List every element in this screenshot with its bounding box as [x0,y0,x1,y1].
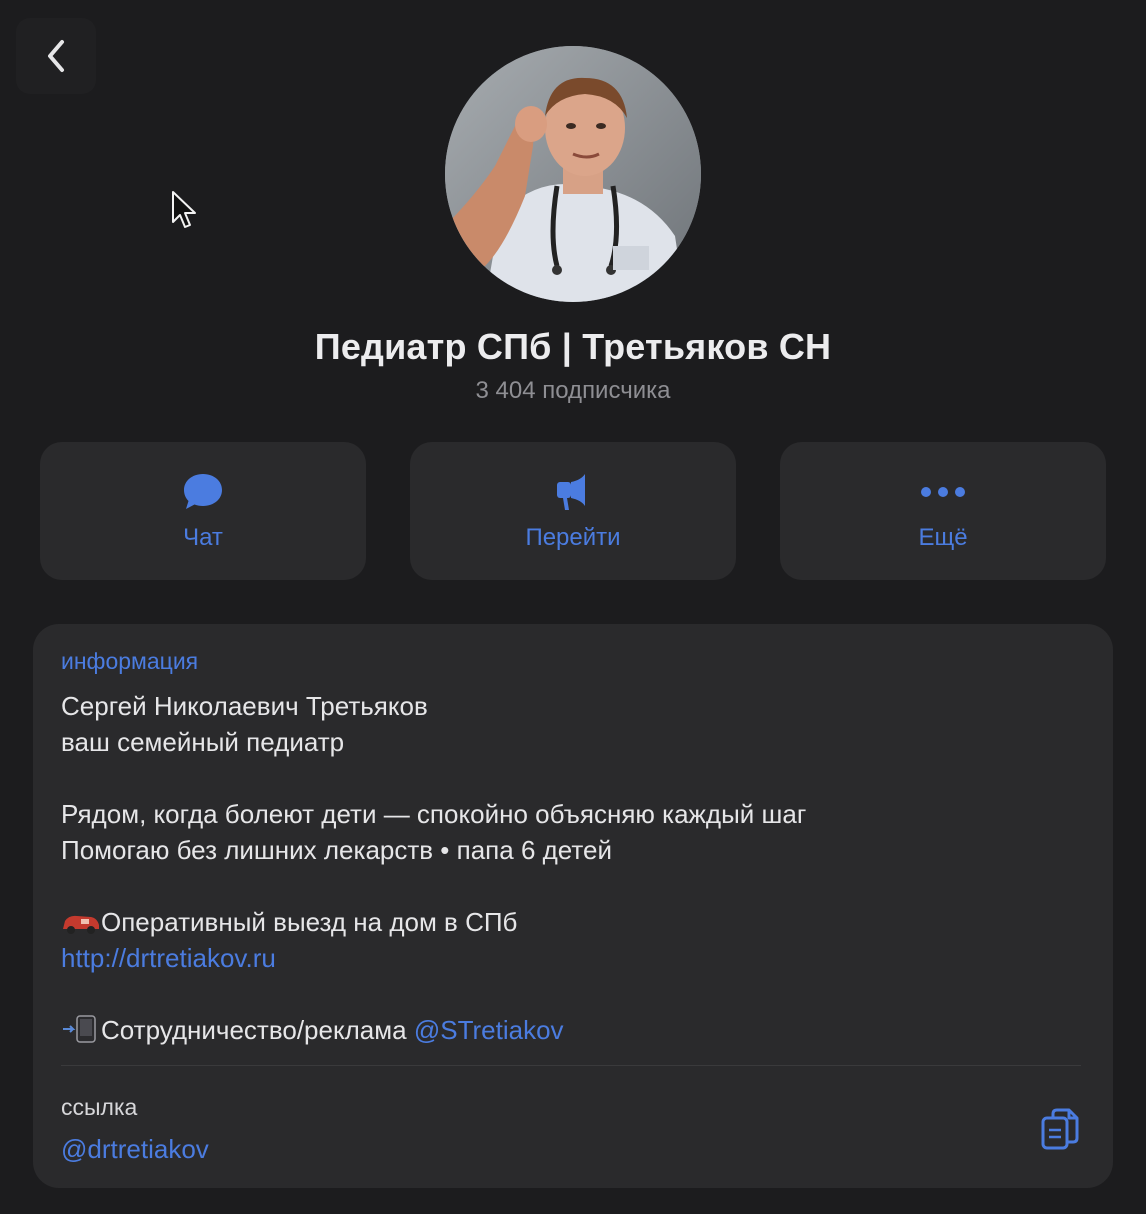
back-button[interactable] [16,18,96,94]
link-label: ссылка [61,1094,138,1120]
go-button[interactable]: Перейти [410,442,736,580]
bio-line-role: ваш семейный педиатр [61,727,345,757]
channel-title: Педиатр СПб | Третьяков СН [314,326,832,367]
bio-line-visit-text: Оперативный выезд на дом в СПб [101,907,518,937]
bio-line-visit: Оперативный выезд на дом в СПб [61,904,1061,940]
bio-text: Сергей Николаевич Третьяков ваш семейный… [61,688,1061,1048]
chevron-left-icon [48,40,64,72]
avatar[interactable] [445,46,701,302]
subscriber-count: 3 404 подписчика [475,377,671,404]
chat-button[interactable]: Чат [40,442,366,580]
divider [61,1065,1081,1066]
mouse-cursor-icon [172,191,196,228]
contact-prefix: Сотрудничество/реклама [101,1015,407,1045]
more-dots-icon [921,487,965,497]
bio-line-help: Помогаю без лишних лекарств • папа 6 дет… [61,835,612,865]
more-button-label: Ещё [918,524,968,551]
chat-bubble-icon [184,474,222,509]
bio-line-about: Рядом, когда болеют дети — спокойно объя… [61,799,807,829]
contact-handle-link[interactable]: @STretiakov [414,1015,564,1045]
copy-button[interactable] [1037,1104,1085,1156]
go-button-label: Перейти [525,524,621,551]
bio-line-name: Сергей Николаевич Третьяков [61,691,428,721]
more-button[interactable]: Ещё [780,442,1106,580]
megaphone-icon [557,474,585,510]
copy-icon [1041,1108,1079,1150]
channel-link[interactable]: @drtretiakov [61,1134,209,1165]
website-link[interactable]: http://drtretiakov.ru [61,943,276,973]
avatar-photo [445,46,701,302]
chat-button-label: Чат [183,524,223,551]
info-section-label: информация [61,648,199,674]
ambulance-icon [63,915,99,934]
phone-icon [63,1015,96,1043]
bio-line-contact: Сотрудничество/реклама @STretiakov [61,1012,1061,1048]
info-card: информация Сергей Николаевич Третьяков в… [33,624,1113,1188]
